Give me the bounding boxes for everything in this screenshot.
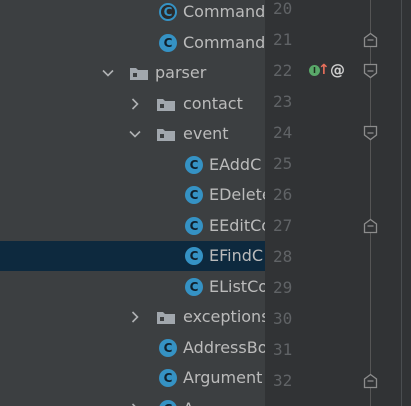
line-number: 25	[273, 154, 293, 173]
tree-node-label: Command	[183, 2, 265, 21]
fold-toggle-icon[interactable]	[363, 32, 378, 48]
tree-class-node[interactable]: C EEditCo	[0, 211, 265, 241]
line-number: 27	[273, 216, 293, 235]
chevron-right-icon[interactable]	[128, 97, 142, 111]
class-icon: C	[158, 33, 178, 53]
annotation-at-icon: @	[330, 61, 345, 79]
tree-class-node[interactable]: C AddressBo	[0, 333, 265, 363]
fold-toggle-icon[interactable]	[363, 218, 378, 234]
class-icon: C	[184, 155, 204, 175]
tree-node-label: A	[183, 399, 194, 406]
line-number: 22	[273, 61, 293, 80]
tree-class-node[interactable]: C Command	[0, 28, 265, 58]
line-number: 23	[273, 92, 293, 111]
line-number: 21	[273, 30, 293, 49]
tree-package-node[interactable]: exceptions	[0, 302, 265, 332]
tree-node-label: AddressBo	[183, 337, 265, 357]
package-folder-icon	[156, 307, 176, 327]
tree-package-node[interactable]: parser	[0, 58, 265, 88]
tree-node-label: Argument	[183, 368, 263, 387]
tree-class-node[interactable]: C EListCo	[0, 272, 265, 302]
editor-gutter: 20 21 22 23 24 25 26 27 28 29 30 31 32 I ↑ @	[265, 0, 411, 406]
class-icon: C	[184, 277, 204, 297]
line-number: 31	[273, 340, 293, 359]
class-icon: C	[184, 185, 204, 205]
class-icon: C	[158, 399, 178, 406]
tree-class-node[interactable]: C Argument	[0, 363, 265, 393]
tree-node-label: EDelete	[209, 185, 265, 204]
package-folder-icon	[156, 124, 176, 144]
tree-package-node[interactable]: contact	[0, 89, 265, 119]
line-number: 24	[273, 123, 293, 142]
class-icon: C	[158, 368, 178, 388]
tree-node-label: exceptions	[183, 307, 265, 326]
tree-class-node[interactable]: C EFindC	[0, 241, 265, 271]
package-folder-icon	[156, 94, 176, 114]
chevron-right-icon[interactable]	[128, 310, 142, 324]
line-number: 32	[273, 371, 293, 390]
tree-class-node[interactable]: C Command	[0, 0, 265, 27]
tree-class-node[interactable]: C EAddC	[0, 150, 265, 180]
project-tree-panel: C Command C Command parser contact event C EAddC…	[0, 0, 265, 406]
class-icon: C	[158, 338, 178, 358]
class-icon: C	[184, 246, 204, 266]
line-number: 30	[273, 309, 293, 328]
line-number: 26	[273, 185, 293, 204]
tree-node-label: EListCo	[209, 276, 265, 296]
chevron-right-icon[interactable]	[128, 402, 142, 406]
fold-guide-line	[370, 0, 371, 406]
tree-node-label: EFindC	[209, 246, 264, 265]
chevron-down-icon[interactable]	[101, 66, 115, 80]
chevron-down-icon[interactable]	[128, 127, 142, 141]
scrollbar-track[interactable]	[401, 0, 402, 406]
line-number: 28	[273, 247, 293, 266]
fold-toggle-icon[interactable]	[363, 63, 378, 79]
fold-toggle-icon[interactable]	[363, 373, 378, 389]
line-number: 20	[273, 0, 293, 18]
tree-class-node[interactable]: CA	[0, 394, 265, 406]
fold-toggle-icon[interactable]	[363, 125, 378, 141]
abstract-class-icon: C	[158, 2, 178, 22]
class-icon: C	[184, 216, 204, 236]
tree-node-label: EAddC	[209, 154, 262, 174]
tree-node-label: event	[183, 124, 229, 143]
tree-node-label: EEditCo	[209, 215, 265, 235]
package-folder-icon	[129, 63, 149, 83]
tree-package-node[interactable]: event	[0, 119, 265, 149]
line-number: 29	[273, 278, 293, 297]
tree-node-label: contact	[183, 93, 243, 113]
override-arrow-icon[interactable]: ↑	[318, 61, 330, 79]
tree-class-node[interactable]: C EDelete	[0, 180, 265, 210]
tree-node-label: Command	[183, 32, 265, 52]
tree-node-label: parser	[155, 63, 207, 82]
